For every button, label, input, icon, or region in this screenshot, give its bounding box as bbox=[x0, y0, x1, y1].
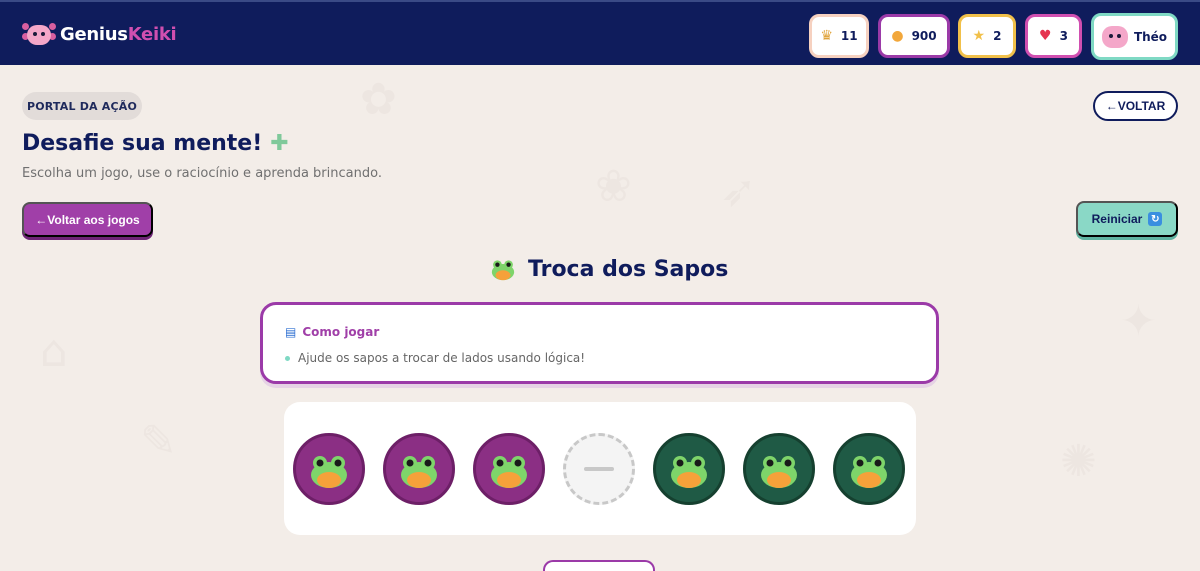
axolotl-avatar-icon bbox=[1101, 25, 1128, 48]
restart-label: Reiniciar bbox=[1091, 212, 1143, 226]
how-to-play-item-text: Ajude os sapos a trocar de lados usando … bbox=[298, 351, 586, 365]
how-to-play-panel: ▤ Como jogar Ajude os sapos a trocar de … bbox=[260, 302, 939, 384]
voltar-button[interactable]: ←VOLTAR bbox=[1093, 91, 1178, 121]
background-doodle-star-icon: ✦ bbox=[1120, 296, 1157, 347]
back-to-games-button[interactable]: ←Voltar aos jogos bbox=[22, 202, 153, 237]
background-doodle-bee-icon: ✿ bbox=[360, 74, 397, 125]
top-navigation-bar: GeniusKeiki ♛ 11 ● 900 ★ 2 ♥ 3 Théo bbox=[0, 0, 1200, 65]
star-count: 2 bbox=[993, 29, 1002, 43]
bullet-icon bbox=[285, 355, 290, 361]
refresh-icon: ↻ bbox=[1148, 212, 1163, 226]
star-counter[interactable]: ★ 2 bbox=[958, 14, 1016, 58]
page-title-text: Desafie sua mente! bbox=[22, 131, 263, 156]
lily-pad-4-empty[interactable] bbox=[563, 433, 635, 505]
background-doodle-sun-icon: ✺ bbox=[1060, 436, 1097, 487]
empty-slot-icon bbox=[584, 467, 614, 471]
trophy-count: 11 bbox=[840, 29, 858, 43]
page-subtitle: Escolha um jogo, use o raciocínio e apre… bbox=[22, 166, 382, 181]
trophy-counter[interactable]: ♛ 11 bbox=[809, 14, 869, 58]
puzzle-piece-icon: ✚ bbox=[270, 130, 289, 156]
user-profile-button[interactable]: Théo bbox=[1091, 13, 1178, 60]
how-to-play-title: ▤ Como jogar bbox=[285, 325, 379, 339]
lily-pad-5[interactable] bbox=[653, 433, 725, 505]
book-icon: ▤ bbox=[285, 325, 297, 339]
background-doodle-house-icon: ⌂ bbox=[40, 326, 68, 377]
background-doodle-rocket-icon: ➶ bbox=[720, 166, 757, 217]
trophy-icon: ♛ bbox=[820, 28, 833, 44]
background-doodle-flower-icon: ❀ bbox=[595, 161, 632, 212]
how-to-play-title-text: Como jogar bbox=[302, 325, 380, 339]
lily-pad-6[interactable] bbox=[743, 433, 815, 505]
heart-counter[interactable]: ♥ 3 bbox=[1025, 14, 1082, 58]
lily-pad-1[interactable] bbox=[293, 433, 365, 505]
restart-button[interactable]: Reiniciar ↻ bbox=[1076, 201, 1178, 237]
green-side-frog-icon bbox=[851, 456, 887, 488]
coin-count: 900 bbox=[911, 29, 937, 43]
app-name-part2: Keiki bbox=[127, 23, 177, 45]
game-title: Troca dos Sapos bbox=[490, 256, 728, 282]
game-title-text: Troca dos Sapos bbox=[528, 256, 729, 282]
page-title: Desafie sua mente! ✚ bbox=[22, 131, 289, 156]
portal-badge: PORTAL DA AÇÃO bbox=[22, 92, 142, 120]
bottom-action-button[interactable] bbox=[543, 560, 655, 571]
coin-counter[interactable]: ● 900 bbox=[878, 14, 950, 58]
user-name: Théo bbox=[1133, 29, 1168, 44]
app-name: GeniusKeiki bbox=[60, 23, 177, 45]
star-icon: ★ bbox=[972, 28, 986, 44]
frog-icon bbox=[491, 260, 515, 281]
frog-board bbox=[284, 402, 916, 535]
heart-count: 3 bbox=[1059, 29, 1068, 43]
green-side-frog-icon bbox=[671, 456, 707, 488]
heart-icon: ♥ bbox=[1039, 28, 1052, 44]
app-logo[interactable]: GeniusKeiki bbox=[22, 19, 177, 49]
axolotl-logo-icon bbox=[22, 19, 56, 49]
coin-icon: ● bbox=[891, 28, 904, 44]
green-side-frog-icon bbox=[761, 456, 797, 488]
purple-side-frog-icon bbox=[401, 456, 437, 488]
lily-pad-3[interactable] bbox=[473, 433, 545, 505]
purple-side-frog-icon bbox=[491, 456, 527, 488]
background-doodle-pencil-icon: ✎ bbox=[140, 416, 177, 467]
purple-side-frog-icon bbox=[311, 456, 347, 488]
lily-pad-2[interactable] bbox=[383, 433, 455, 505]
app-name-part1: Genius bbox=[60, 23, 128, 45]
how-to-play-item: Ajude os sapos a trocar de lados usando … bbox=[285, 351, 585, 365]
lily-pad-7[interactable] bbox=[833, 433, 905, 505]
